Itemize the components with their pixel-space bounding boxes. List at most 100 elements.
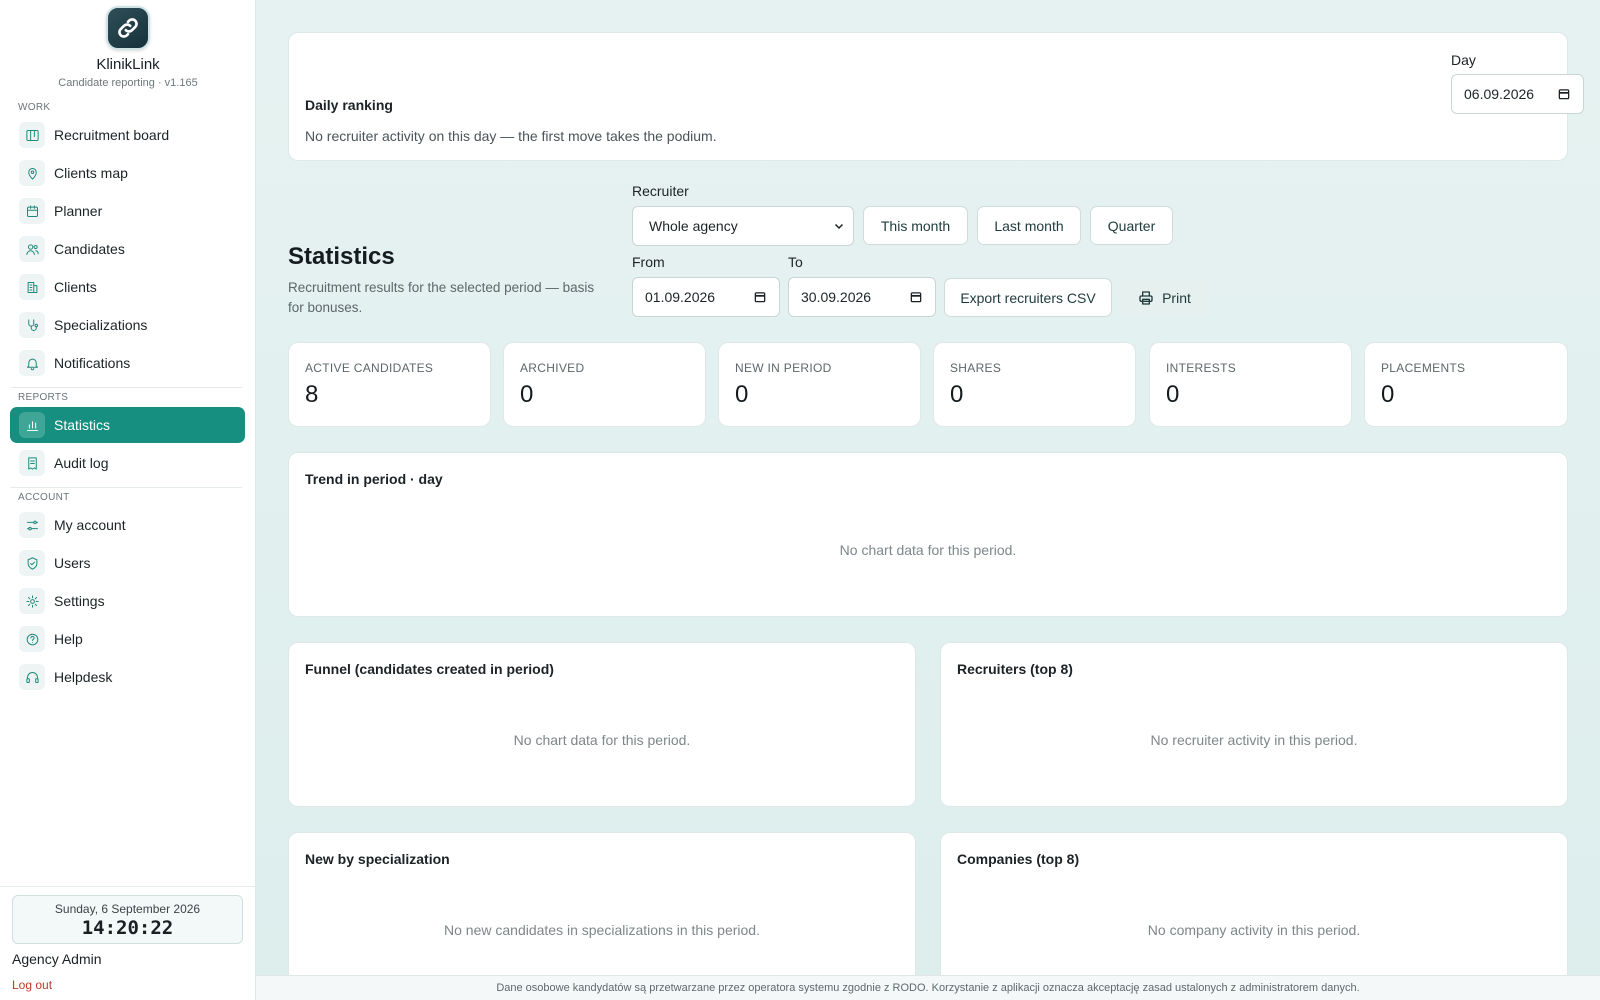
kpi-label: NEW IN PERIOD (735, 361, 832, 375)
clock-date: Sunday, 6 September 2026 (54, 902, 201, 916)
sidebar-item-audit-log[interactable]: Audit log (10, 445, 245, 481)
recruiters-empty-text: No recruiter activity in this period. (1150, 732, 1358, 748)
sidebar-item-users[interactable]: Users (10, 545, 245, 581)
kpi-label: ARCHIVED (520, 361, 585, 375)
sidebar-item-label: Notifications (54, 355, 131, 371)
to-date-input[interactable]: 30.09.2026 (788, 277, 936, 317)
day-label: Day (1451, 52, 1476, 68)
sidebar-item-label: Specializations (54, 317, 148, 333)
gdpr-footer: Dane osobowe kandydatów są przetwarzane … (256, 975, 1600, 1000)
kpi-card: NEW IN PERIOD 0 (718, 342, 921, 427)
calendar-icon (1558, 89, 1570, 100)
to-label: To (788, 254, 803, 270)
page-title: Statistics (288, 243, 395, 270)
sidebar-item-label: My account (54, 517, 126, 533)
sidebar-item-label: Candidates (54, 241, 125, 257)
main-content: Daily ranking No recruiter activity on t… (256, 0, 1600, 1000)
help-circle-icon (19, 626, 45, 652)
sidebar-item-label: Planner (54, 203, 103, 219)
recruiter-label: Recruiter (632, 183, 689, 199)
sidebar-item-label: Clients (54, 279, 97, 295)
print-button-label: Print (1162, 289, 1191, 306)
day-date-input[interactable]: 06.09.2026 (1451, 74, 1584, 114)
sidebar-item-clients[interactable]: Clients (10, 269, 245, 305)
quarter-button[interactable]: Quarter (1090, 206, 1173, 245)
recruiters-panel-title: Recruiters (top 8) (957, 661, 1073, 677)
sidebar-item-label: Helpdesk (54, 669, 113, 685)
logout-link[interactable]: Log out (12, 978, 52, 992)
sidebar-item-planner[interactable]: Planner (10, 193, 245, 229)
funnel-panel-title: Funnel (candidates created in period) (305, 661, 554, 677)
sidebar-item-settings[interactable]: Settings (10, 583, 245, 619)
users-icon (19, 236, 45, 262)
sidebar-item-my-account[interactable]: My account (10, 507, 245, 543)
brand-subtitle: Candidate reporting · v1.165 (58, 77, 198, 89)
print-button[interactable]: Print (1120, 278, 1209, 317)
recruiter-select[interactable]: Whole agency (632, 206, 854, 246)
bar-chart-icon (19, 412, 45, 438)
trend-panel: Trend in period · day No chart data for … (288, 452, 1568, 617)
day-date-value: 06.09.2026 (1464, 86, 1535, 102)
calendar-icon (910, 292, 922, 303)
to-date-value: 30.09.2026 (801, 289, 872, 305)
board-icon (19, 122, 45, 148)
sidebar-item-specializations[interactable]: Specializations (10, 307, 245, 343)
companies-empty-text: No company activity in this period. (1147, 922, 1361, 938)
sidebar: KlinikLink Candidate reporting · v1.165 … (0, 0, 256, 1000)
funnel-panel: Funnel (candidates created in period) No… (288, 642, 916, 807)
kpi-label: ACTIVE CANDIDATES (305, 361, 434, 375)
kpi-value: 0 (950, 381, 964, 408)
kpi-value: 8 (305, 381, 319, 408)
kpi-value: 0 (1166, 381, 1180, 408)
recruiters-panel: Recruiters (top 8) No recruiter activity… (940, 642, 1568, 807)
funnel-empty-text: No chart data for this period. (513, 732, 691, 748)
sidebar-item-label: Help (54, 631, 83, 647)
specialization-panel-title: New by specialization (305, 851, 450, 867)
brand: KlinikLink Candidate reporting · v1.165 (0, 6, 256, 89)
building-icon (19, 274, 45, 300)
from-date-input[interactable]: 01.09.2026 (632, 277, 780, 317)
trend-empty-text: No chart data for this period. (839, 542, 1017, 558)
kpi-card: ARCHIVED 0 (503, 342, 706, 427)
sliders-icon (19, 512, 45, 538)
specialization-empty-text: No new candidates in specializations in … (444, 922, 760, 938)
calendar-icon (19, 198, 45, 224)
sidebar-item-helpdesk[interactable]: Helpdesk (10, 659, 245, 695)
nav-divider (10, 387, 242, 388)
sidebar-item-clients-map[interactable]: Clients map (10, 155, 245, 191)
nav-divider (10, 487, 242, 488)
sidebar-item-statistics[interactable]: Statistics (10, 407, 245, 443)
sidebar-divider (0, 886, 256, 887)
daily-ranking-title: Daily ranking (305, 97, 393, 113)
brand-name: KlinikLink (96, 56, 160, 73)
export-csv-button[interactable]: Export recruiters CSV (944, 278, 1112, 317)
stethoscope-icon (19, 312, 45, 338)
companies-panel-title: Companies (top 8) (957, 851, 1080, 867)
kpi-card: ACTIVE CANDIDATES 8 (288, 342, 491, 427)
sidebar-item-candidates[interactable]: Candidates (10, 231, 245, 267)
recruiter-select-value: Whole agency (649, 218, 738, 234)
sidebar-item-label: Clients map (54, 165, 128, 181)
kpi-label: SHARES (950, 361, 1002, 375)
calendar-icon (754, 292, 766, 303)
daily-ranking-empty-text: No recruiter activity on this day — the … (305, 128, 717, 144)
sidebar-item-help[interactable]: Help (10, 621, 245, 657)
receipt-icon (19, 450, 45, 476)
sidebar-item-recruitment-board[interactable]: Recruitment board (10, 117, 245, 153)
sidebar-item-notifications[interactable]: Notifications (10, 345, 245, 381)
companies-panel: Companies (top 8) No company activity in… (940, 832, 1568, 997)
kpi-label: INTERESTS (1166, 361, 1237, 375)
sidebar-item-label: Audit log (54, 455, 109, 471)
gear-icon (19, 588, 45, 614)
headset-icon (19, 664, 45, 690)
sidebar-item-label: Settings (54, 593, 105, 609)
from-label: From (632, 254, 665, 270)
last-month-button[interactable]: Last month (977, 206, 1081, 245)
printer-icon (1139, 290, 1153, 305)
this-month-button[interactable]: This month (863, 206, 968, 245)
section-label-work: WORK (18, 102, 51, 113)
kpi-value: 0 (735, 381, 749, 408)
sidebar-item-label: Statistics (54, 417, 111, 433)
section-label-reports: REPORTS (18, 392, 69, 403)
from-date-value: 01.09.2026 (645, 289, 716, 305)
